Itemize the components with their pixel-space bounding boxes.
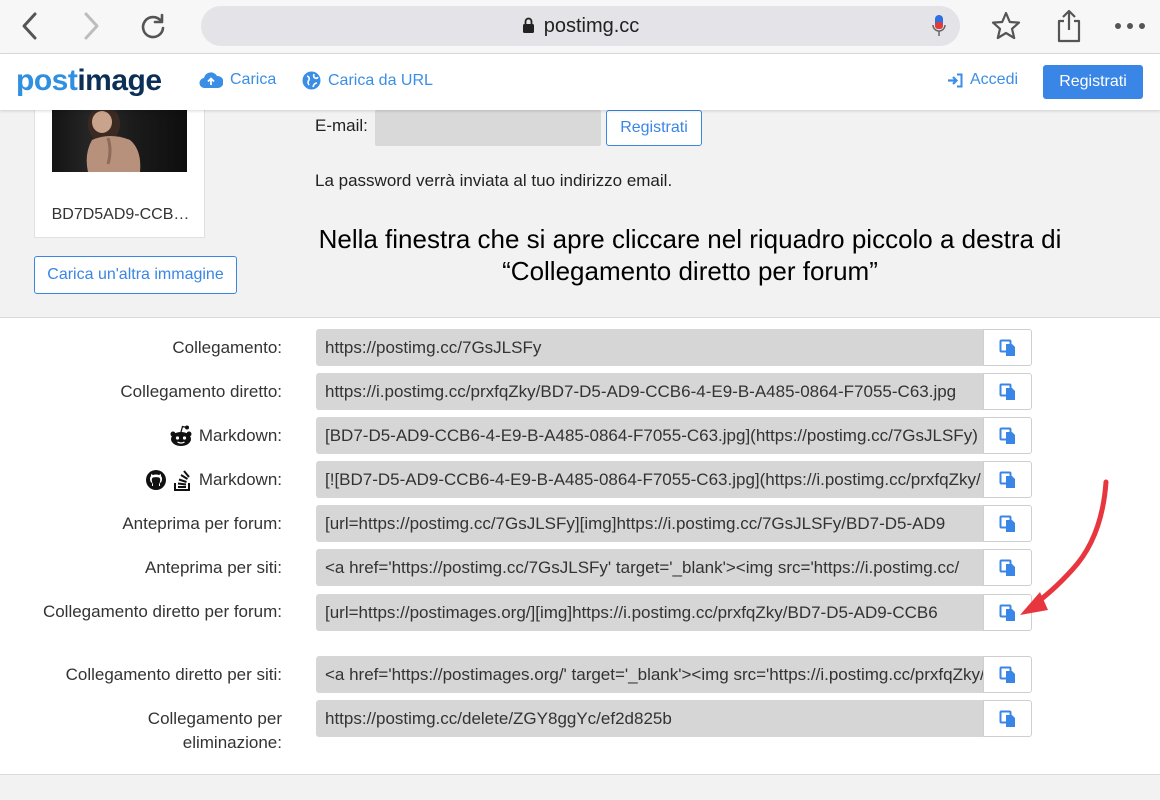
link-label-diretto-forum: Collegamento diretto per forum: bbox=[42, 602, 282, 621]
link-label-diretto-siti: Collegamento diretto per siti: bbox=[65, 665, 282, 684]
share-icon bbox=[1057, 9, 1081, 43]
globe-icon bbox=[302, 71, 321, 90]
postimage-logo[interactable]: postimage bbox=[16, 64, 162, 98]
link-field-diretto-forum[interactable]: [url=https://postimages.org/][img]https:… bbox=[316, 594, 984, 631]
chevron-left-icon bbox=[22, 12, 37, 40]
lock-icon bbox=[522, 17, 534, 33]
site-header: postimage Carica Carica da URL Accedi Re… bbox=[0, 54, 1160, 110]
uploaded-image-thumbnail[interactable] bbox=[52, 110, 187, 172]
link-field-eliminazione[interactable]: https://postimg.cc/delete/ZGY8ggYc/ef2d8… bbox=[316, 700, 984, 737]
cloud-upload-icon bbox=[199, 72, 223, 89]
more-button[interactable] bbox=[1112, 8, 1148, 44]
footer-strip bbox=[0, 774, 1160, 800]
stackoverflow-icon bbox=[173, 470, 190, 491]
upload-link-label: Carica bbox=[230, 71, 277, 88]
reddit-icon bbox=[170, 425, 192, 446]
copy-button-eliminazione[interactable] bbox=[983, 700, 1032, 737]
copy-button-diretto-siti[interactable] bbox=[983, 656, 1032, 693]
copy-icon bbox=[999, 339, 1015, 356]
browser-toolbar: postimg.cc bbox=[0, 0, 1160, 54]
share-button[interactable] bbox=[1051, 8, 1087, 44]
login-link-label: Accedi bbox=[970, 71, 1019, 88]
copy-icon bbox=[999, 710, 1015, 727]
register-button[interactable]: Registrati bbox=[1043, 65, 1143, 99]
upload-url-link-label: Carica da URL bbox=[328, 71, 433, 89]
link-label-markdown-github: Markdown: bbox=[145, 468, 282, 492]
back-button[interactable] bbox=[12, 8, 48, 44]
link-field-anteprima-siti[interactable]: <a href='https://postimg.cc/7GsJLSFy' ta… bbox=[316, 549, 984, 586]
sign-in-icon bbox=[948, 73, 963, 87]
link-field-markdown-reddit[interactable]: [BD7-D5-AD9-CCB6-4-E9-B-A485-0864-F7055-… bbox=[316, 417, 984, 454]
email-label: E-mail: bbox=[315, 116, 368, 135]
copy-icon bbox=[999, 666, 1015, 683]
more-icon bbox=[1115, 23, 1145, 29]
url-text: postimg.cc bbox=[543, 14, 640, 37]
link-label-collegamento: Collegamento: bbox=[172, 338, 282, 357]
link-field-markdown-github[interactable]: [![BD7-D5-AD9-CCB6-4-E9-B-A485-0864-F705… bbox=[316, 461, 984, 498]
password-note: La password verrà inviata al tuo indiriz… bbox=[315, 171, 673, 190]
reload-button[interactable] bbox=[135, 8, 171, 44]
thumbnail-picture bbox=[86, 110, 141, 172]
links-panel: Collegamento: https://postimg.cc/7GsJLSF… bbox=[0, 319, 1160, 774]
upload-another-button[interactable]: Carica un'altra immagine bbox=[34, 256, 237, 294]
github-icon bbox=[145, 470, 166, 490]
image-thumbnail-card[interactable]: BD7D5AD9-CCB… bbox=[34, 110, 205, 238]
link-field-collegamento[interactable]: https://postimg.cc/7GsJLSFy bbox=[316, 329, 984, 366]
copy-button-collegamento-diretto[interactable] bbox=[983, 373, 1032, 410]
link-field-collegamento-diretto[interactable]: https://i.postimg.cc/prxfqZky/BD7-D5-AD9… bbox=[316, 373, 984, 410]
copy-icon bbox=[999, 383, 1015, 400]
upload-link[interactable]: Carica bbox=[199, 71, 276, 89]
reload-icon bbox=[141, 13, 165, 39]
star-icon bbox=[991, 11, 1021, 40]
email-register-button[interactable]: Registrati bbox=[606, 110, 702, 146]
red-arrow-annotation bbox=[1020, 479, 1109, 615]
logo-image-text: image bbox=[77, 64, 162, 97]
upload-result-panel: BD7D5AD9-CCB… Carica un'altra immagine E… bbox=[0, 110, 1160, 318]
copy-icon bbox=[999, 427, 1015, 444]
forward-button[interactable] bbox=[73, 8, 109, 44]
logo-post-text: post bbox=[16, 64, 78, 97]
link-field-anteprima-forum[interactable]: [url=https://postimg.cc/7GsJLSFy][img]ht… bbox=[316, 505, 984, 542]
link-label-eliminazione: Collegamento per eliminazione: bbox=[147, 709, 282, 752]
instruction-annotation: Nella finestra che si apre cliccare nel … bbox=[318, 224, 1062, 286]
link-label-collegamento-diretto: Collegamento diretto: bbox=[120, 382, 282, 401]
link-field-diretto-siti[interactable]: <a href='https://postimages.org/' target… bbox=[316, 656, 984, 693]
email-field[interactable] bbox=[375, 110, 601, 146]
bookmark-button[interactable] bbox=[988, 8, 1024, 44]
address-bar[interactable]: postimg.cc bbox=[201, 6, 960, 46]
upload-url-link[interactable]: Carica da URL bbox=[302, 71, 433, 90]
copy-button-collegamento[interactable] bbox=[983, 329, 1032, 366]
thumbnail-filename: BD7D5AD9-CCB… bbox=[51, 206, 190, 223]
login-link[interactable]: Accedi bbox=[947, 71, 1018, 89]
link-label-markdown-reddit: Markdown: bbox=[169, 424, 282, 448]
microphone-icon[interactable] bbox=[932, 14, 946, 38]
link-label-anteprima-siti: Anteprima per siti: bbox=[145, 558, 282, 577]
chevron-right-icon bbox=[84, 12, 99, 40]
copy-button-markdown-reddit[interactable] bbox=[983, 417, 1032, 454]
link-label-anteprima-forum: Anteprima per forum: bbox=[122, 514, 282, 533]
